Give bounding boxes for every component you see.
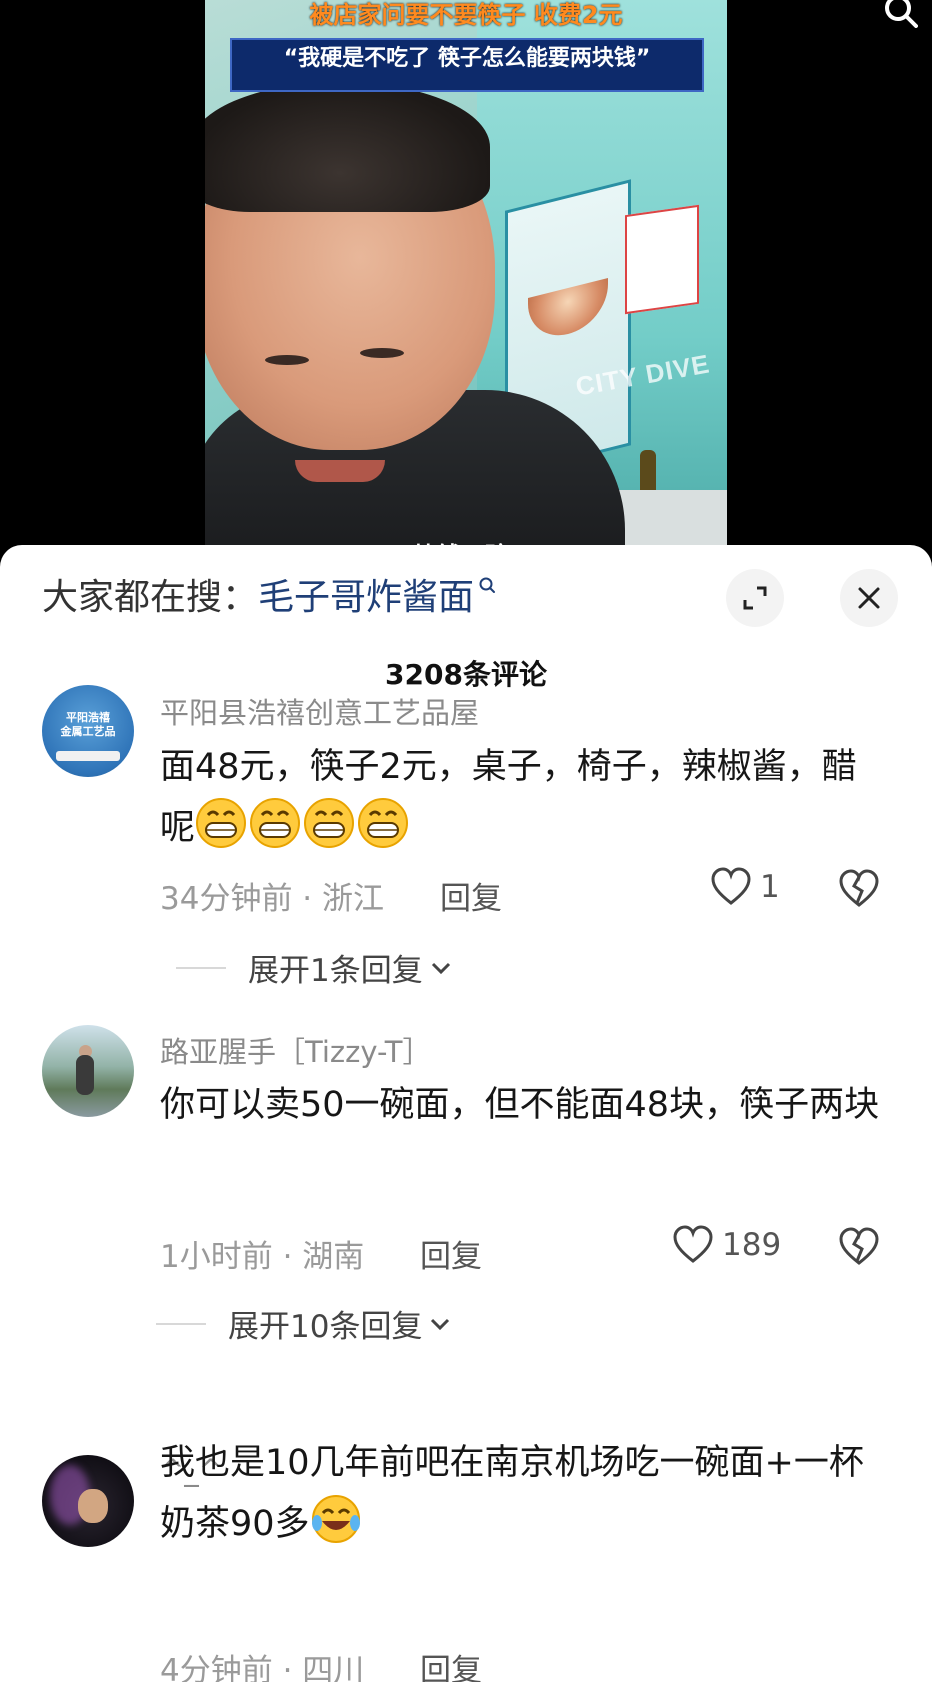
comment-username[interactable]: 平阳县浩禧创意工艺品屋: [160, 690, 479, 732]
video-caption-quote: “我硬是不吃了 筷子怎么能要两块钱”: [230, 38, 704, 92]
grin-emoji: [250, 798, 301, 848]
close-icon: [858, 587, 880, 609]
chevron-down-icon: [431, 1318, 450, 1330]
avatar-text: 平阳浩禧 金属工艺品: [60, 711, 116, 738]
divider: [156, 1322, 206, 1325]
expand-replies[interactable]: 展开10条回复: [156, 1301, 452, 1346]
comment-text: 我也是10几年前吧在南京机场吃一碗面+一杯奶茶90多: [160, 1433, 880, 1554]
reply-button[interactable]: 回复: [420, 1231, 482, 1276]
comments-sheet: 大家都在搜： 毛子哥炸酱面 3208条评论 平阳浩禧 金属工艺品 平阳县浩禧创意…: [0, 545, 932, 1682]
heart-icon: [673, 1225, 713, 1263]
trending-search-term[interactable]: 毛子哥炸酱面: [258, 568, 474, 620]
comment-text: 面48元，筷子2元，桌子，椅子，辣椒酱，醋呢: [160, 737, 880, 858]
expand-button[interactable]: [726, 569, 784, 627]
comment-text: 你可以卖50一碗面，但不能面48块，筷子两块: [160, 1085, 880, 1125]
trending-search-prefix: 大家都在搜：: [42, 577, 259, 618]
close-button[interactable]: [840, 569, 898, 627]
like-count: 189: [722, 1227, 782, 1263]
like-button[interactable]: 189: [672, 1225, 781, 1265]
grin-emoji: [304, 798, 355, 848]
expand-replies-label: 展开10条回复: [228, 1309, 423, 1345]
laugh-cry-emoji: [311, 1495, 360, 1543]
trending-search[interactable]: 大家都在搜： 毛子哥炸酱面: [42, 567, 496, 621]
video-player[interactable]: CITY DIVE 被店家问要不要筷子 收费2元 “我硬是不吃了 筷子怎么能要两…: [0, 0, 932, 570]
avatar[interactable]: 平阳浩禧 金属工艺品: [42, 685, 134, 777]
like-button[interactable]: 1: [710, 867, 780, 907]
comment-time-location: 4分钟前 · 四川: [160, 1653, 365, 1682]
comment-text-content: 我也是10几年前吧在南京机场吃一碗面+一杯奶茶90多: [160, 1443, 864, 1544]
avatar[interactable]: [42, 1025, 134, 1117]
expand-icon: [743, 586, 767, 610]
comment-time-location: 34分钟前 · 浙江: [160, 881, 385, 917]
search-icon: [479, 577, 496, 593]
heart-icon: [711, 867, 751, 905]
chevron-down-icon: [431, 962, 450, 974]
like-count: 1: [760, 869, 780, 905]
comments-screen: CITY DIVE 被店家问要不要筷子 收费2元 “我硬是不吃了 筷子怎么能要两…: [0, 0, 932, 1682]
expand-replies[interactable]: 展开1条回复: [176, 945, 453, 990]
broken-heart-icon[interactable]: [838, 1227, 880, 1267]
divider: [176, 966, 226, 969]
reply-button[interactable]: 回复: [420, 1645, 482, 1682]
video-person-hair: [205, 82, 490, 212]
expand-replies-label: 展开1条回复: [248, 953, 423, 989]
grin-emoji: [358, 798, 409, 848]
avatar[interactable]: [42, 1455, 134, 1547]
comment-time-location: 1小时前 · 湖南: [160, 1239, 365, 1275]
broken-heart-icon[interactable]: [838, 869, 880, 909]
video-notice-board: [625, 204, 699, 315]
reply-button[interactable]: 回复: [440, 873, 502, 918]
comment-username[interactable]: 路亚腥手［Tizzy-T］: [160, 1029, 432, 1071]
comment-count: 3208条评论: [385, 658, 547, 691]
grin-emoji: [196, 798, 247, 848]
video-caption-title: 被店家问要不要筷子 收费2元: [309, 1, 623, 29]
search-icon[interactable]: [884, 0, 918, 28]
